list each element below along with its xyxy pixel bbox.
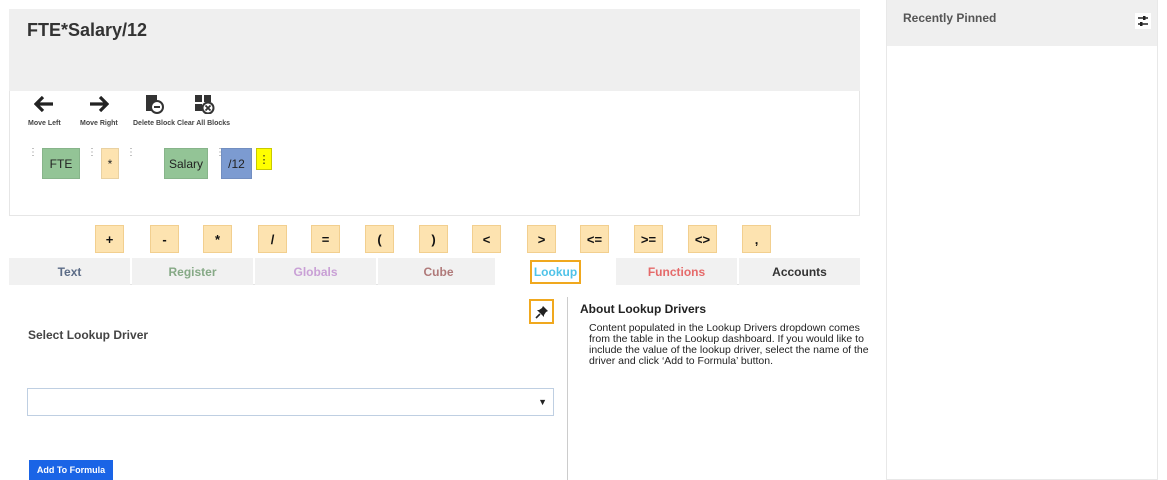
- operator-less-equal-button[interactable]: <=: [580, 225, 609, 253]
- delete-block-button[interactable]: Delete Block: [133, 93, 175, 127]
- select-lookup-driver-label: Select Lookup Driver: [28, 328, 149, 342]
- operator-label: ): [431, 231, 436, 247]
- operator-greater-equal-button[interactable]: >=: [634, 225, 663, 253]
- operator-comma-button[interactable]: ,: [742, 225, 771, 253]
- formula-header: FTE*Salary/12: [9, 9, 860, 91]
- block-text: *: [107, 156, 113, 171]
- operator-equals-button[interactable]: =: [311, 225, 340, 253]
- operator-less-than-button[interactable]: <: [472, 225, 501, 253]
- operator-label: >: [537, 231, 546, 247]
- tab-label: Lookup: [529, 259, 582, 284]
- formula-title: FTE*Salary/12: [27, 20, 148, 40]
- operator-label: -: [162, 231, 167, 247]
- block-text: FTE: [49, 156, 73, 171]
- pin-button[interactable]: [529, 299, 554, 324]
- panel-divider: [567, 297, 568, 480]
- settings-sliders-icon: [1138, 16, 1148, 26]
- lookup-panel: Select Lookup Driver ▼ Add To Formula Ab…: [9, 285, 869, 480]
- recently-pinned-title: Recently Pinned: [903, 11, 997, 25]
- lookup-driver-select[interactable]: ▼: [27, 388, 554, 416]
- operator-plus-button[interactable]: +: [95, 225, 124, 253]
- operator-minus-button[interactable]: -: [150, 225, 179, 253]
- formula-builder: Move Left Move Right Delete Block Clear …: [9, 91, 860, 216]
- operator-label: +: [105, 231, 114, 247]
- operator-label: /: [270, 231, 275, 247]
- operator-greater-than-button[interactable]: >: [527, 225, 556, 253]
- tab-register[interactable]: Register: [132, 258, 253, 285]
- tab-functions[interactable]: Functions: [616, 258, 737, 285]
- tab-globals[interactable]: Globals: [255, 258, 376, 285]
- arrow-left-icon: [34, 96, 54, 112]
- pin-icon: [534, 305, 548, 319]
- delete-block-icon: [146, 95, 165, 114]
- about-lookup-text: Content populated in the Lookup Drivers …: [589, 322, 869, 367]
- tab-label: Cube: [423, 264, 454, 279]
- drag-handle-icon[interactable]: ⋮: [87, 148, 97, 158]
- clear-all-blocks-button[interactable]: Clear All Blocks: [177, 93, 230, 127]
- operator-label: <=: [586, 231, 603, 247]
- tab-label: Accounts: [772, 264, 827, 279]
- settings-button[interactable]: [1135, 13, 1151, 29]
- about-lookup-title: About Lookup Drivers: [580, 302, 707, 316]
- clear-all-blocks-icon: [194, 95, 215, 114]
- formula-block[interactable]: *: [101, 148, 119, 179]
- formula-cursor-block[interactable]: ⋮: [256, 148, 272, 170]
- move-left-button[interactable]: Move Left: [28, 93, 61, 127]
- delete-block-label: Delete Block: [133, 120, 176, 127]
- tab-accounts[interactable]: Accounts: [739, 258, 860, 285]
- add-to-formula-button[interactable]: Add To Formula: [29, 460, 113, 480]
- operator-not-equal-button[interactable]: <>: [688, 225, 717, 253]
- tab-lookup[interactable]: Lookup: [495, 258, 616, 285]
- clear-all-blocks-label: Clear All Blocks: [177, 120, 231, 127]
- operator-close-paren-button[interactable]: ): [419, 225, 448, 253]
- operator-open-paren-button[interactable]: (: [365, 225, 394, 253]
- move-right-button[interactable]: Move Right: [80, 93, 118, 127]
- operator-label: =: [321, 231, 330, 247]
- caret-down-icon: ▼: [538, 397, 547, 407]
- tab-label: Register: [168, 264, 217, 279]
- operator-label: <>: [694, 231, 711, 247]
- drag-handle-icon[interactable]: ⋮: [126, 148, 136, 158]
- operator-label: >=: [640, 231, 657, 247]
- move-left-label: Move Left: [28, 120, 61, 127]
- operator-label: <: [482, 231, 491, 247]
- arrow-right-icon: [89, 96, 109, 112]
- move-right-label: Move Right: [80, 120, 118, 127]
- block-text: /12: [228, 156, 245, 171]
- formula-block[interactable]: /12: [221, 148, 252, 179]
- operator-multiply-button[interactable]: *: [203, 225, 232, 253]
- formula-block[interactable]: Salary: [164, 148, 208, 179]
- tab-text[interactable]: Text: [9, 258, 130, 285]
- tab-bar: Text Register Globals Cube Lookup Functi…: [9, 258, 860, 285]
- tab-cube[interactable]: Cube: [378, 258, 499, 285]
- block-text: ⋮: [258, 153, 270, 166]
- operator-label: *: [214, 231, 221, 247]
- operator-label: (: [377, 231, 382, 247]
- operator-divide-button[interactable]: /: [258, 225, 287, 253]
- tab-label: Text: [57, 264, 82, 279]
- formula-blocks: ⋮ FTE ⋮ * ⋮ Salary ⋮ /12 ⋮: [28, 148, 628, 180]
- tab-label: Functions: [647, 264, 706, 279]
- recently-pinned-header: Recently Pinned: [887, 0, 1157, 46]
- drag-handle-icon[interactable]: ⋮: [28, 148, 38, 158]
- block-text: Salary: [168, 156, 203, 171]
- recently-pinned-panel: Recently Pinned: [886, 0, 1158, 480]
- operator-label: ,: [754, 231, 759, 247]
- formula-block[interactable]: FTE: [42, 148, 80, 179]
- tab-label: Globals: [293, 264, 338, 279]
